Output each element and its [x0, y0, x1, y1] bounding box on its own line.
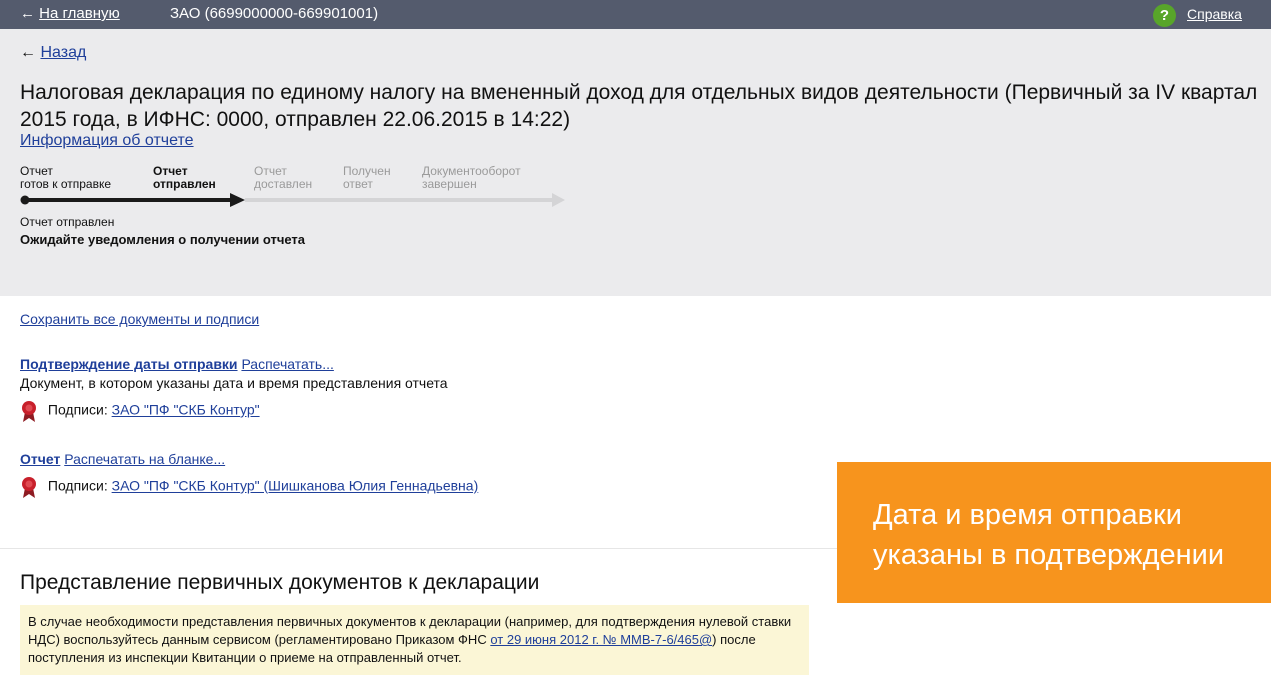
- callout-banner: Дата и время отправки указаны в подтверж…: [837, 462, 1271, 603]
- confirmation-print-link[interactable]: Распечатать...: [241, 356, 333, 372]
- seal-icon: [22, 477, 36, 498]
- confirmation-description: Документ, в котором указаны дата и время…: [20, 375, 448, 391]
- report-info-link[interactable]: Информация об отчете: [20, 132, 194, 149]
- home-nav: ← На главную: [20, 5, 120, 22]
- back-link[interactable]: Назад: [40, 44, 86, 61]
- step-response: Получен ответ: [343, 164, 391, 191]
- organization-label: ЗАО (6699000000-669901001): [170, 5, 379, 22]
- step-delivered: Отчет доставлен: [254, 164, 313, 191]
- confirmation-signatures: Подписи: ЗАО "ПФ "СКБ Контур": [20, 400, 260, 422]
- step-ready: Отчет готов к отправке: [20, 164, 112, 191]
- top-bar: ← На главную ЗАО (6699000000-669901001) …: [0, 0, 1271, 29]
- home-link[interactable]: На главную: [39, 5, 120, 22]
- help-link[interactable]: Справка: [1187, 6, 1242, 22]
- report-doc: Отчет Распечатать на бланке...: [20, 451, 225, 467]
- step-sent: Отчет отправлен: [153, 164, 216, 191]
- page-title: Налоговая декларация по единому налогу н…: [20, 81, 1258, 131]
- signatures-label: Подписи:: [47, 401, 108, 418]
- confirmation-doc: Подтверждение даты отправки Распечатать.…: [20, 356, 334, 372]
- save-all-link[interactable]: Сохранить все документы и подписи: [20, 311, 259, 327]
- seal-icon: [22, 401, 36, 422]
- back-arrow-icon: ←: [20, 5, 35, 22]
- report-header: [0, 29, 1271, 296]
- back-nav: ← Назад: [20, 44, 86, 62]
- progress-track: [20, 193, 565, 207]
- progress-start-dot: [20, 195, 30, 205]
- status-detail: Ожидайте уведомления о получении отчета: [20, 232, 306, 247]
- callout-line: Дата и время отправки: [873, 499, 1182, 531]
- report-doc-link[interactable]: Отчет: [20, 451, 60, 467]
- callout-line: указаны в подтверждении: [873, 539, 1225, 571]
- primary-docs-notice: В случае необходимости представления пер…: [20, 605, 809, 675]
- progress-end-arrow-icon: [552, 193, 565, 207]
- progress-current-arrow-icon: [230, 193, 245, 207]
- step-completed: Документооборот завершен: [422, 164, 521, 191]
- confirmation-signer-link[interactable]: ЗАО "ПФ "СКБ Контур": [112, 402, 260, 418]
- back-arrow-icon: ←: [20, 44, 36, 61]
- report-signer-link[interactable]: ЗАО "ПФ "СКБ Контур" (Шишканова Юлия Ген…: [112, 478, 479, 494]
- report-print-link[interactable]: Распечатать на бланке...: [64, 451, 225, 467]
- report-signatures: Подписи: ЗАО "ПФ "СКБ Контур" (Шишканова…: [20, 476, 478, 498]
- signatures-label: Подписи:: [47, 477, 108, 494]
- order-link[interactable]: от 29 июня 2012 г. № ММВ-7-6/465@: [490, 632, 712, 647]
- primary-docs-heading: Представление первичных документов к дек…: [20, 571, 540, 594]
- confirmation-link[interactable]: Подтверждение даты отправки: [20, 356, 238, 372]
- status-text: Отчет отправлен: [20, 215, 115, 229]
- help-icon[interactable]: ?: [1153, 4, 1176, 27]
